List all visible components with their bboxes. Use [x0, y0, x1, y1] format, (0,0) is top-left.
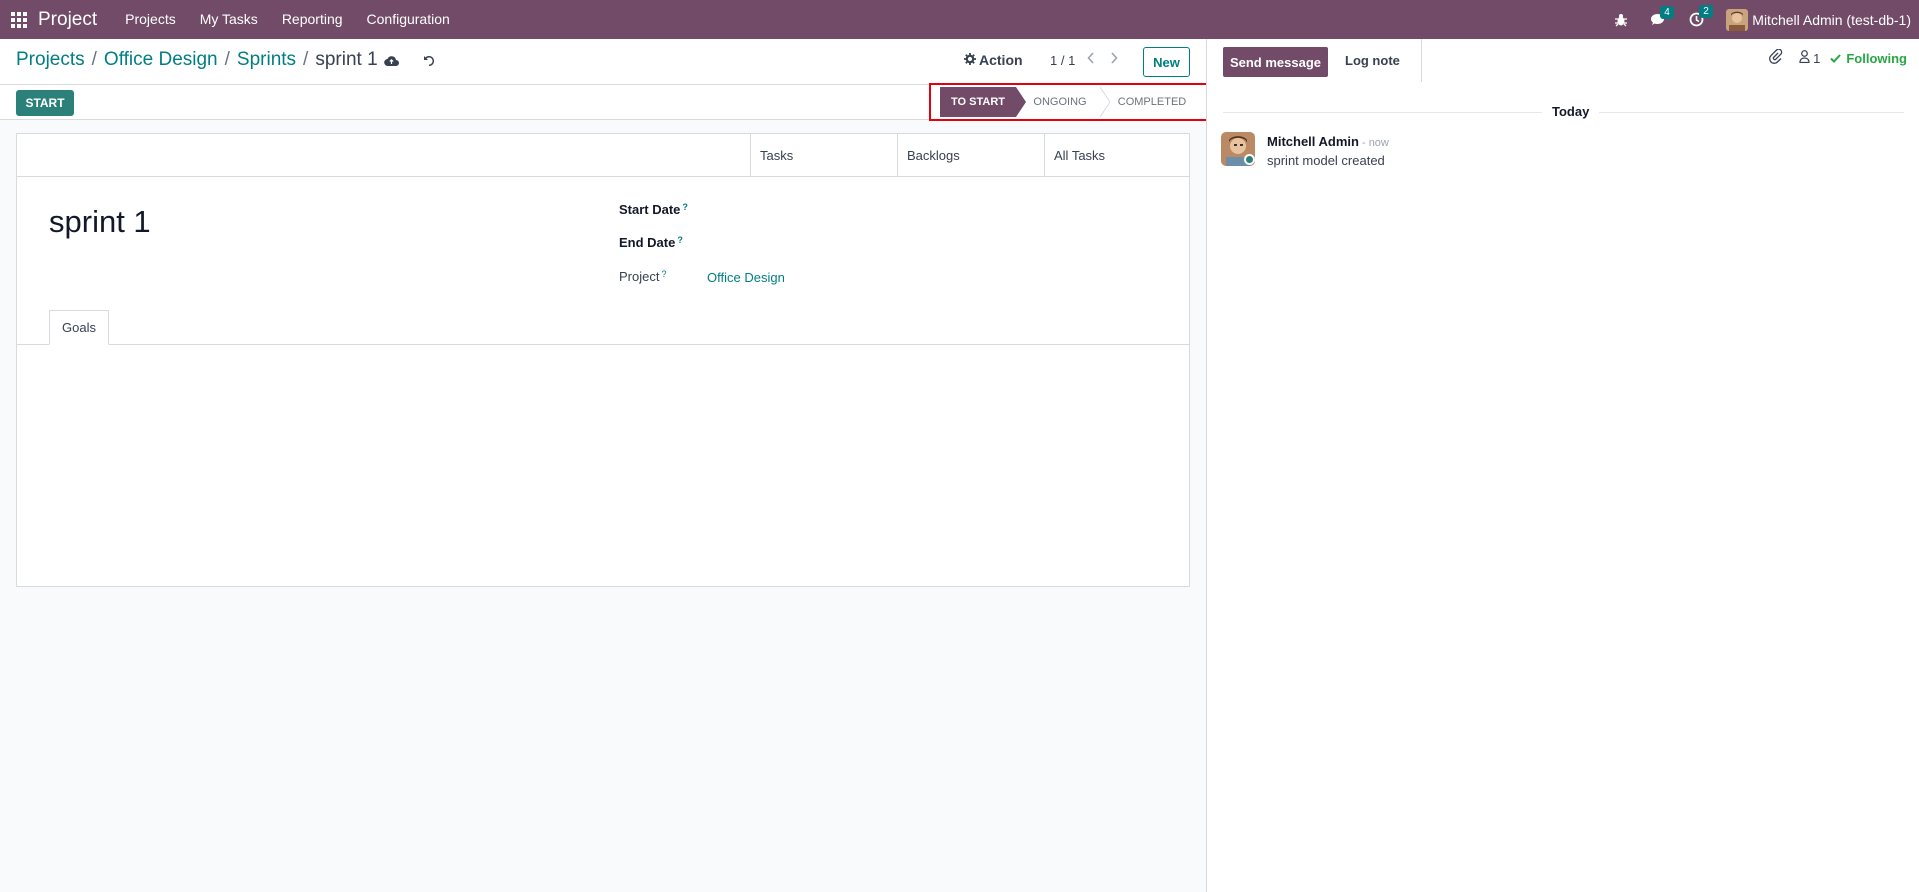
chatter-panel: Send message Log note 1 Following Today … [1206, 39, 1919, 892]
breadcrumb-projects[interactable]: Projects [16, 49, 85, 71]
top-navbar: Project Projects My Tasks Reporting Conf… [0, 0, 1919, 39]
user-name: Mitchell Admin (test-db-1) [1752, 11, 1911, 28]
action-label: Action [979, 52, 1023, 68]
messages-count-badge: 4 [1660, 5, 1674, 19]
app-brand[interactable]: Project [38, 9, 97, 31]
help-tooltip-icon[interactable]: ? [661, 269, 666, 279]
menu-projects[interactable]: Projects [113, 0, 188, 39]
pager-value[interactable]: 1 / 1 [1050, 53, 1075, 68]
control-panel: Projects / Office Design / Sprints / spr… [0, 39, 1206, 85]
breadcrumb-separator: / [303, 49, 309, 70]
breadcrumb-sprints[interactable]: Sprints [237, 49, 296, 71]
message-author: Mitchell Admin - now [1267, 134, 1389, 149]
tab-goals[interactable]: Goals [49, 310, 109, 345]
user-avatar [1726, 8, 1749, 31]
breadcrumb-office-design[interactable]: Office Design [104, 49, 218, 71]
form-sheet: Tasks Backlogs All Tasks sprint 1 Start … [16, 133, 1190, 587]
new-button[interactable]: New [1143, 47, 1190, 77]
breadcrumb-separator: / [224, 49, 230, 70]
end-date-label: End Date? [619, 235, 683, 250]
message-body: sprint model created [1267, 153, 1385, 168]
message-time: - now [1361, 137, 1389, 149]
main-menu: Projects My Tasks Reporting Configuratio… [113, 0, 462, 39]
systray: 4 2 Mitchell Admin (test-db-1) [1614, 0, 1919, 39]
project-label-text: Project [619, 269, 660, 284]
project-field-link[interactable]: Office Design [707, 270, 785, 285]
apps-menu-icon[interactable] [0, 0, 38, 39]
smart-button-bar: Tasks Backlogs All Tasks [17, 134, 1189, 177]
tasks-smart-button[interactable]: Tasks [750, 134, 897, 177]
stage-highlight-box [929, 83, 1214, 121]
log-note-button[interactable]: Log note [1345, 39, 1400, 82]
breadcrumb: Projects / Office Design / Sprints / spr… [16, 49, 378, 71]
action-menu-button[interactable]: Action [964, 52, 1023, 68]
menu-my-tasks[interactable]: My Tasks [188, 0, 270, 39]
sprint-title[interactable]: sprint 1 [49, 204, 151, 240]
pager-next-icon[interactable] [1110, 51, 1118, 67]
all-tasks-smart-button[interactable]: All Tasks [1044, 134, 1189, 177]
send-message-button[interactable]: Send message [1223, 47, 1328, 77]
messages-icon[interactable]: 4 [1650, 5, 1674, 27]
notebook-tabs: Goals [17, 310, 1189, 345]
followers-button[interactable]: 1 [1799, 50, 1820, 66]
user-menu[interactable]: Mitchell Admin (test-db-1) [1726, 8, 1911, 31]
check-icon [1830, 51, 1842, 66]
project-label: Project? [619, 269, 666, 284]
pager-previous-icon[interactable] [1087, 51, 1095, 67]
online-status-dot [1244, 154, 1255, 165]
discard-undo-icon[interactable] [423, 54, 435, 70]
chatter-toolbar: 1 Following [1769, 48, 1907, 67]
breadcrumb-current: sprint 1 [315, 49, 378, 70]
end-date-label-text: End Date [619, 235, 676, 250]
menu-configuration[interactable]: Configuration [355, 0, 462, 39]
menu-reporting[interactable]: Reporting [270, 0, 355, 39]
help-tooltip-icon[interactable]: ? [677, 235, 683, 245]
help-tooltip-icon[interactable]: ? [682, 202, 688, 212]
save-cloud-icon[interactable] [384, 54, 399, 70]
date-separator: Today [1542, 104, 1600, 119]
debug-bug-icon[interactable] [1614, 13, 1628, 27]
following-label: Following [1846, 50, 1907, 66]
activities-count-badge: 2 [1699, 5, 1713, 18]
paperclip-icon[interactable] [1769, 48, 1783, 67]
followers-count: 1 [1813, 50, 1821, 66]
activities-clock-icon[interactable]: 2 [1689, 5, 1713, 27]
gear-icon [964, 52, 976, 68]
user-icon [1799, 50, 1810, 66]
start-date-label-text: Start Date [619, 202, 681, 217]
backlogs-smart-button[interactable]: Backlogs [897, 134, 1044, 177]
breadcrumb-separator: / [91, 49, 97, 70]
start-date-label: Start Date? [619, 202, 688, 217]
following-button[interactable]: Following [1830, 51, 1907, 66]
message-author-name[interactable]: Mitchell Admin [1267, 134, 1359, 149]
start-button[interactable]: START [16, 90, 74, 116]
